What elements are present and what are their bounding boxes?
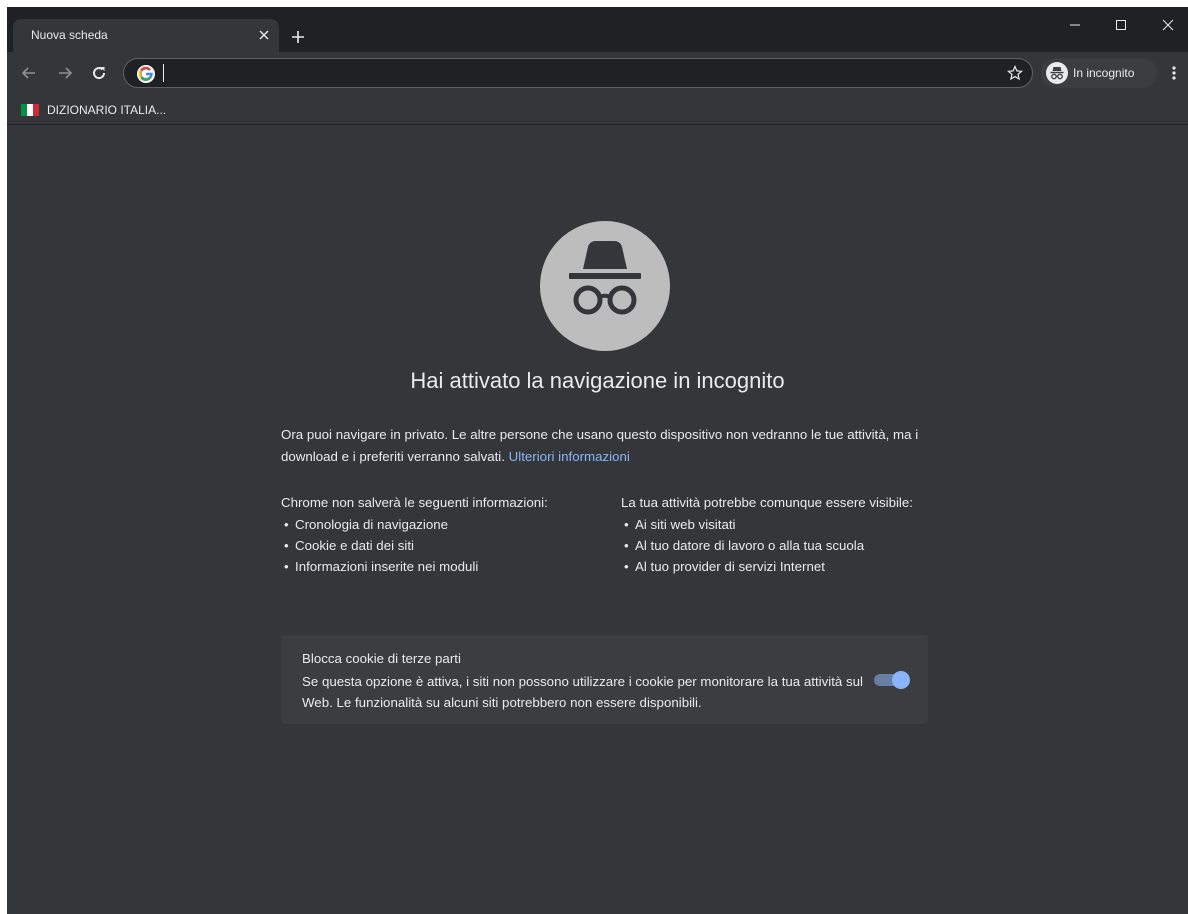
not-saved-section: Chrome non salverà le seguenti informazi… (281, 492, 601, 577)
tab-strip: Nuova scheda (7, 7, 1188, 52)
new-tab-plus-icon[interactable] (287, 26, 309, 48)
page-title: Hai attivato la navigazione in incognito (410, 368, 785, 393)
incognito-label: In incognito (1073, 66, 1135, 80)
italian-flag-icon (21, 104, 39, 116)
not-saved-title: Chrome non salverà le seguenti informazi… (281, 495, 548, 510)
cookie-card-title: Blocca cookie di terze parti (302, 651, 461, 666)
arrow-forward-icon[interactable] (53, 61, 77, 85)
google-g-icon (137, 65, 155, 83)
browser-window: Nuova scheda In incognito DIZIONARIO ITA… (7, 7, 1188, 914)
third-party-cookie-card: Blocca cookie di terze parti Se questa o… (281, 635, 928, 724)
minimize-icon[interactable] (1057, 13, 1093, 37)
reload-icon[interactable] (87, 61, 111, 85)
incognito-hero-icon (540, 221, 670, 351)
block-cookies-toggle[interactable] (874, 671, 910, 689)
toggle-knob (892, 671, 910, 689)
maximize-icon[interactable] (1103, 13, 1139, 37)
list-item: Ai siti web visitati (621, 514, 941, 535)
incognito-icon (1046, 62, 1068, 84)
list-item: Al tuo datore di lavoro o alla tua scuol… (621, 535, 941, 556)
list-item: Cronologia di navigazione (281, 514, 601, 535)
kebab-menu-icon[interactable] (1167, 62, 1181, 84)
bookmark-star-icon[interactable] (1006, 64, 1024, 82)
still-visible-section: La tua attività potrebbe comunque essere… (621, 492, 941, 577)
list-item: Al tuo provider di servizi Internet (621, 556, 941, 577)
still-visible-title: La tua attività potrebbe comunque essere… (621, 495, 913, 510)
text-caret (163, 64, 164, 82)
incognito-new-tab-page: Hai attivato la navigazione in incognito… (7, 125, 1188, 914)
learn-more-link[interactable]: Ulteriori informazioni (509, 449, 630, 464)
list-item: Informazioni inserite nei moduli (281, 556, 601, 577)
address-bar[interactable] (123, 58, 1033, 88)
arrow-back-icon[interactable] (17, 61, 41, 85)
tab-title: Nuova scheda (31, 28, 108, 42)
tab-close-icon[interactable] (255, 26, 273, 44)
cookie-card-description: Se questa opzione è attiva, i siti non p… (302, 674, 863, 710)
bookmark-label: DIZIONARIO ITALIA... (47, 103, 167, 117)
bookmarks-bar: DIZIONARIO ITALIA... (7, 94, 1188, 125)
bookmark-dizionario[interactable]: DIZIONARIO ITALIA... (21, 100, 166, 120)
incognito-profile-button[interactable]: In incognito (1041, 58, 1157, 88)
toolbar: In incognito (7, 52, 1188, 94)
close-window-icon[interactable] (1150, 13, 1186, 37)
intro-paragraph: Ora puoi navigare in privato. Le altre p… (281, 424, 941, 468)
list-item: Cookie e dati dei siti (281, 535, 601, 556)
tab-nuova-scheda[interactable]: Nuova scheda (13, 19, 279, 52)
